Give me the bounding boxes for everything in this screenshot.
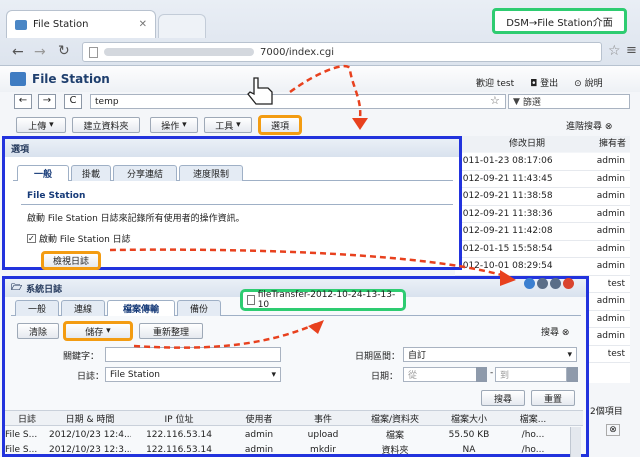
arrow-head-1 — [352, 118, 368, 130]
arrow-to-log — [109, 248, 506, 278]
hand-cursor-icon — [247, 77, 273, 105]
arrow-to-options — [289, 64, 362, 119]
arrow-head-3 — [308, 320, 324, 334]
annotation-arrows — [109, 64, 516, 349]
arrow-head-2 — [500, 270, 516, 286]
arrow-to-file — [133, 322, 317, 349]
